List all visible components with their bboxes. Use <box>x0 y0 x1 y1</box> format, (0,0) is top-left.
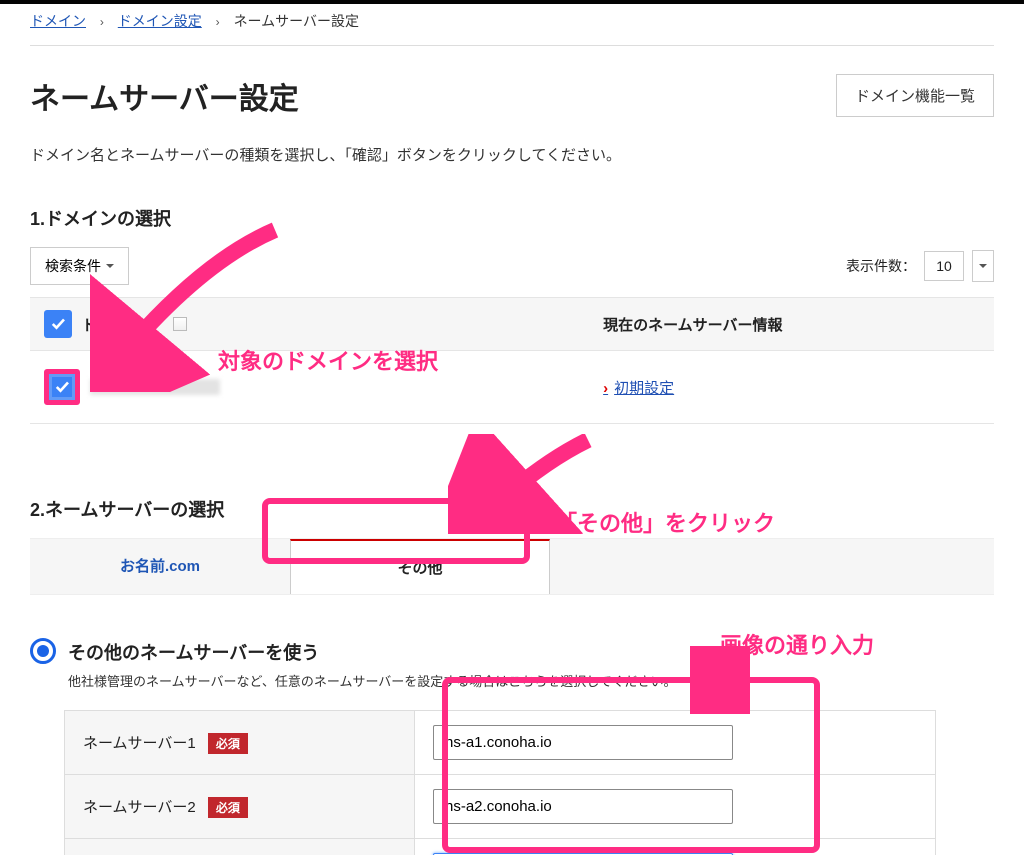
required-badge: 必須 <box>208 797 248 818</box>
caret-down-icon <box>979 264 987 272</box>
table-header-row: ドメイン名 現在のネームサーバー情報 <box>30 298 994 351</box>
sort-icon[interactable] <box>173 317 187 331</box>
filter-button[interactable]: 検索条件 <box>30 247 129 285</box>
section-1-title: 1.ドメインの選択 <box>30 205 994 231</box>
pagesize-value[interactable]: 10 <box>924 251 964 281</box>
ns-row-3: ネームサーバー3 − <box>65 839 936 855</box>
radio-other-ns[interactable] <box>30 638 56 664</box>
select-all-checkbox[interactable] <box>44 310 72 338</box>
ns1-label: ネームサーバー1 <box>83 735 196 752</box>
col-domain-label: ドメイン名 <box>82 314 157 335</box>
ns-info-link[interactable]: 初期設定 <box>603 380 674 397</box>
radio-checked-icon <box>37 645 49 657</box>
pagesize-label: 表示件数： <box>846 256 916 276</box>
ns2-label: ネームサーバー2 <box>83 799 196 816</box>
radio-title: その他のネームサーバーを使う <box>68 639 677 665</box>
ns1-input[interactable] <box>433 725 733 760</box>
page-title: ネームサーバー設定 <box>30 74 299 118</box>
ns-row-1: ネームサーバー1 必須 <box>65 711 936 775</box>
breadcrumb-link-domain-settings[interactable]: ドメイン設定 <box>118 13 202 29</box>
tab-other[interactable]: その他 <box>290 539 550 594</box>
chevron-right-icon: › <box>100 15 104 29</box>
required-badge: 必須 <box>208 733 248 754</box>
domain-name-redacted <box>90 379 220 395</box>
description: ドメイン名とネームサーバーの種類を選択し、「確認」ボタンをクリックしてください。 <box>30 144 994 165</box>
breadcrumb-link-domain[interactable]: ドメイン <box>30 13 86 29</box>
col-ns-label: 現在のネームサーバー情報 <box>589 298 994 351</box>
pagesize-dropdown-button[interactable] <box>972 250 994 282</box>
breadcrumb-current: ネームサーバー設定 <box>234 13 359 29</box>
breadcrumb: ドメイン › ドメイン設定 › ネームサーバー設定 <box>30 4 994 46</box>
caret-down-icon <box>106 264 114 272</box>
domain-features-button[interactable]: ドメイン機能一覧 <box>836 74 994 117</box>
table-row: 初期設定 <box>30 351 994 424</box>
radio-desc: 他社様管理のネームサーバーなど、任意のネームサーバーを設定する場合はこちらを選択… <box>68 671 677 690</box>
ns2-input[interactable] <box>433 789 733 824</box>
ns-row-2: ネームサーバー2 必須 <box>65 775 936 839</box>
tab-oname[interactable]: お名前.com <box>30 539 290 594</box>
domain-table: ドメイン名 現在のネームサーバー情報 初期設 <box>30 297 994 424</box>
ns-tabs: お名前.com その他 <box>30 538 994 595</box>
nameserver-form: ネームサーバー1 必須 ネームサーバー2 必須 ネームサーバー3 − <box>64 710 936 855</box>
chevron-right-icon: › <box>216 15 220 29</box>
filter-button-label: 検索条件 <box>45 256 101 276</box>
section-2-title: 2.ネームサーバーの選択 <box>30 496 994 522</box>
row-checkbox[interactable] <box>44 369 80 405</box>
